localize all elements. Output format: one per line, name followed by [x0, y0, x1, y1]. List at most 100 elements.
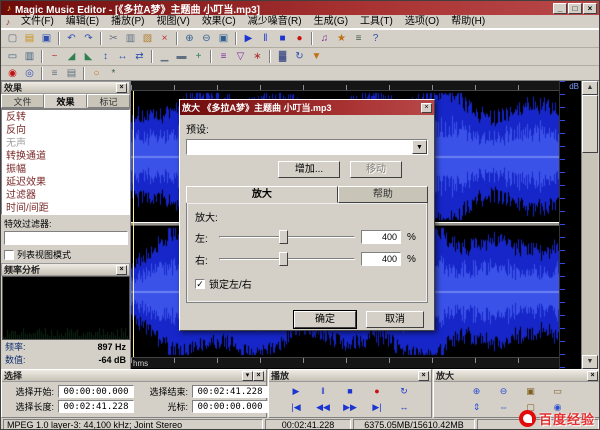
filter-input[interactable] — [4, 231, 128, 245]
effects-icon[interactable]: ★ — [333, 31, 350, 46]
selection-tool-icon[interactable]: ▥ — [21, 49, 38, 64]
menu-item-9[interactable]: 帮助(H) — [445, 15, 491, 29]
batch-icon[interactable]: ▤ — [63, 66, 80, 81]
tab-help[interactable]: 帮助 — [337, 186, 428, 203]
zoom-in-button[interactable]: ⊕ — [464, 384, 489, 398]
effects-panel-close-icon[interactable]: × — [116, 82, 127, 93]
left-amplify-slider[interactable] — [219, 229, 355, 245]
undo-icon[interactable]: ↶ — [63, 31, 80, 46]
properties-icon[interactable]: ≡ — [350, 31, 367, 46]
play-selection-button[interactable]: ↔ — [392, 400, 416, 414]
cut-icon[interactable]: ✂ — [105, 31, 122, 46]
scroll-down-icon[interactable]: ▼ — [582, 355, 598, 369]
dialog-close-icon[interactable]: × — [421, 102, 432, 113]
play-icon[interactable]: ▶ — [240, 31, 257, 46]
menu-item-2[interactable]: 播放(P) — [105, 15, 150, 29]
frequency-panel-header[interactable]: 频率分析 × — [1, 263, 130, 276]
playback-panel-close-icon[interactable]: × — [418, 370, 429, 381]
menu-item-7[interactable]: 工具(T) — [354, 15, 399, 29]
time-ruler-top[interactable] — [131, 81, 559, 91]
loop-button[interactable]: ↻ — [392, 384, 416, 398]
record-level-icon[interactable]: ◉ — [4, 66, 21, 81]
effect-item[interactable]: 振幅 — [2, 163, 129, 176]
select-start-field[interactable]: 00:00:00.000 — [58, 385, 134, 398]
effect-item[interactable]: 过滤器 — [2, 189, 129, 202]
effect-item[interactable]: 转换通道 — [2, 150, 129, 163]
new-file-icon[interactable]: ▢ — [4, 31, 21, 46]
redo-icon[interactable]: ↷ — [80, 31, 97, 46]
list-mode-checkbox[interactable] — [4, 249, 14, 260]
amplify-icon[interactable]: ~ — [46, 49, 63, 64]
marker-icon[interactable]: ▼ — [308, 49, 325, 64]
scroll-up-icon[interactable]: ▲ — [582, 81, 598, 95]
playback-panel-header[interactable]: 播放 × — [269, 370, 431, 382]
zoom-out-button[interactable]: ⊖ — [491, 384, 516, 398]
pause-button[interactable]: ‖ — [311, 384, 335, 398]
select-all-icon[interactable]: ▭ — [4, 49, 21, 64]
cursor-field[interactable]: 00:00:00.000 — [192, 400, 268, 413]
cd-icon[interactable]: ○ — [88, 66, 105, 81]
pause-icon[interactable]: ‖ — [257, 31, 274, 46]
menu-item-0[interactable]: 文件(F) — [15, 15, 60, 29]
fade-in-icon[interactable]: ◢ — [63, 49, 80, 64]
menu-item-5[interactable]: 减少噪音(R) — [242, 15, 308, 29]
options-icon[interactable]: * — [105, 66, 122, 81]
left-amplify-value[interactable]: 400 — [361, 230, 401, 244]
script-list-icon[interactable]: ≡ — [46, 66, 63, 81]
preset-dropdown[interactable]: ▼ — [186, 139, 428, 155]
save-icon[interactable]: ▣ — [38, 31, 55, 46]
insert-icon[interactable]: + — [190, 49, 207, 64]
paste-icon[interactable]: ▧ — [139, 31, 156, 46]
select-length-field[interactable]: 00:02:41.228 — [58, 400, 134, 413]
select-end-field[interactable]: 00:02:41.228 — [192, 385, 268, 398]
help-icon[interactable]: ? — [367, 31, 384, 46]
effect-item[interactable]: 无声 — [2, 137, 129, 150]
equalizer-icon[interactable]: ≡ — [215, 49, 232, 64]
play-button[interactable]: ▶ — [284, 384, 308, 398]
right-amplify-slider[interactable] — [219, 251, 355, 267]
tab-amplify[interactable]: 放大 — [186, 186, 338, 203]
swap-channels-icon[interactable]: ⇄ — [131, 49, 148, 64]
forward-button[interactable]: ▶▶ — [338, 400, 362, 414]
selection-panel-header[interactable]: 选择 ▾ × — [2, 370, 266, 382]
spectrum-icon[interactable]: ▓ — [274, 49, 291, 64]
add-preset-button[interactable]: 增加... — [278, 161, 340, 178]
record-button[interactable]: ● — [365, 384, 389, 398]
menu-item-8[interactable]: 选项(O) — [399, 15, 445, 29]
zoom-selection-button[interactable]: ▣ — [518, 384, 543, 398]
sidebar-tab-2[interactable]: 标记 — [87, 94, 130, 108]
time-ruler-bottom[interactable]: hms — [131, 357, 559, 368]
playback-cursor[interactable] — [133, 91, 134, 357]
chevron-down-icon[interactable]: ▼ — [412, 140, 427, 154]
dialog-titlebar[interactable]: 放大 《多拉A梦》主题曲 小叮当.mp3 × — [180, 100, 434, 115]
frequency-panel-close-icon[interactable]: × — [116, 264, 127, 275]
scrollbar-thumb[interactable] — [582, 95, 598, 153]
menu-item-4[interactable]: 效果(C) — [196, 15, 242, 29]
go-end-button[interactable]: ▶| — [365, 400, 389, 414]
zoom-out-icon[interactable]: ⊖ — [198, 31, 215, 46]
slider-thumb[interactable] — [278, 230, 288, 244]
close-button[interactable]: × — [583, 2, 597, 14]
maximize-button[interactable]: □ — [568, 2, 582, 14]
selection-panel-close-icon[interactable]: × — [253, 370, 264, 381]
delete-icon[interactable]: × — [156, 31, 173, 46]
normalize-icon[interactable]: ↕ — [97, 49, 114, 64]
effects-panel-header[interactable]: 效果 × — [1, 81, 130, 94]
window-titlebar[interactable]: ♪ Magic Music Editor - [《多拉A梦》主题曲 小叮当.mp… — [1, 1, 599, 16]
stop-icon[interactable]: ■ — [274, 31, 291, 46]
zoom-in-icon[interactable]: ⊕ — [181, 31, 198, 46]
trim-icon[interactable]: ▬ — [173, 49, 190, 64]
slider-thumb[interactable] — [278, 252, 288, 266]
effect-item[interactable]: 延迟效果 — [2, 176, 129, 189]
vertical-scrollbar[interactable]: ▲ ▼ — [581, 81, 598, 369]
effect-item[interactable]: 反转 — [2, 111, 129, 124]
effect-item[interactable]: 时间/间距 — [2, 202, 129, 214]
filter-icon[interactable]: ▽ — [232, 49, 249, 64]
monitor-icon[interactable]: ◎ — [21, 66, 38, 81]
silence-icon[interactable]: ▁ — [156, 49, 173, 64]
reverse-icon[interactable]: ↔ — [114, 49, 131, 64]
ok-button[interactable]: 确定 — [294, 311, 356, 328]
stop-button[interactable]: ■ — [338, 384, 362, 398]
open-folder-icon[interactable]: ▤ — [21, 31, 38, 46]
menu-item-3[interactable]: 视图(V) — [150, 15, 195, 29]
